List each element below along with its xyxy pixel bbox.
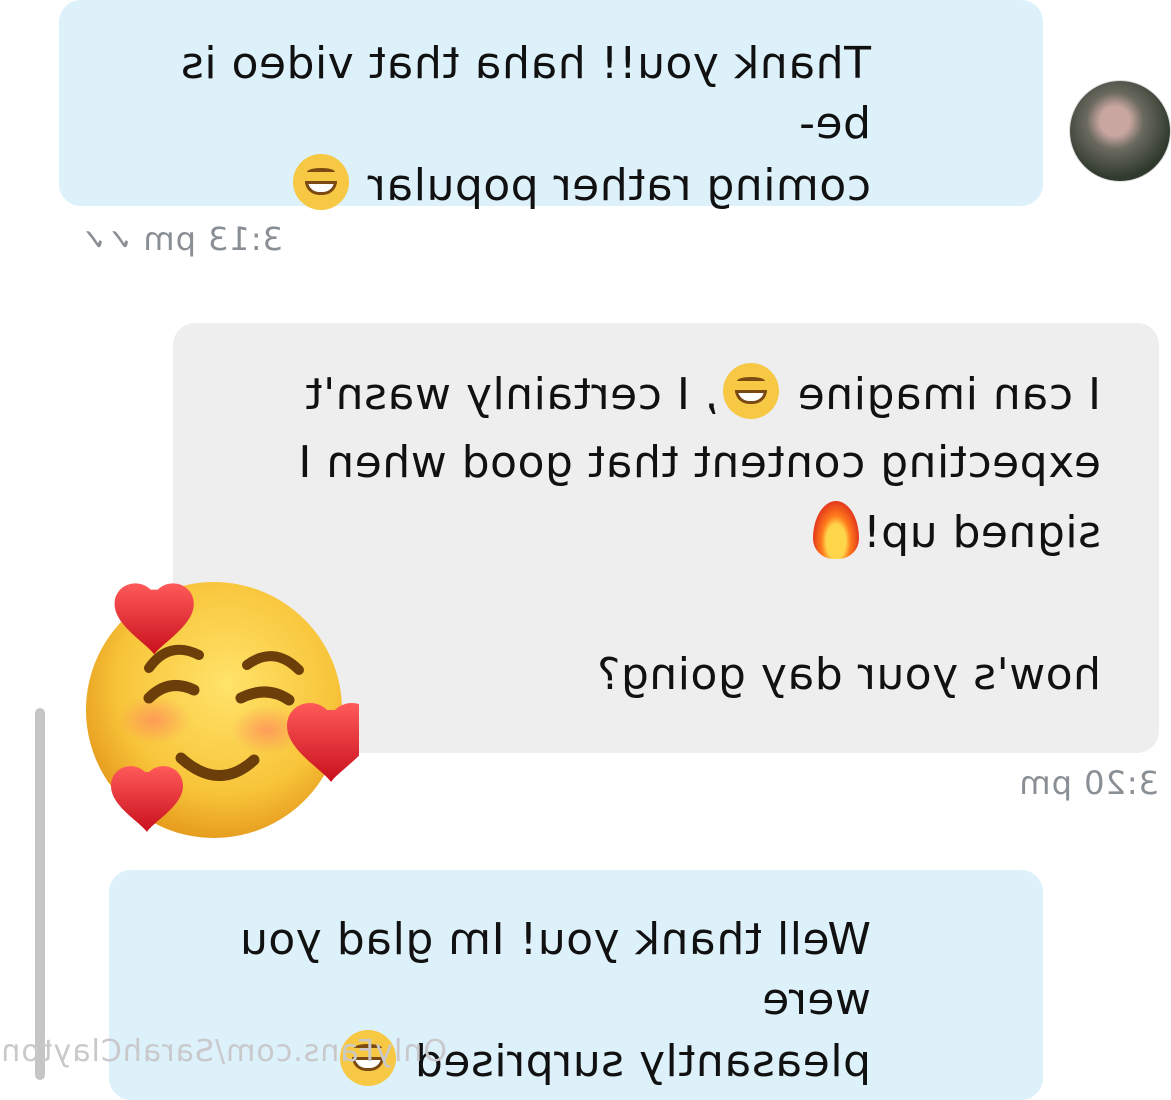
mirrored-chat-view: Thank you!! haha that video is be- comin…: [0, 0, 1171, 1100]
message-text-line-3: signed up!: [213, 501, 1101, 563]
message-text-line-2: expecting content that good when I: [297, 437, 1101, 488]
watermark-text: OnlyFans.com/SarahClayton: [0, 1034, 447, 1069]
fire-icon: [812, 501, 859, 559]
sender-avatar[interactable]: [1069, 80, 1171, 182]
message-timestamp: 3:20 pm: [1018, 764, 1159, 802]
tears-of-joy-icon: [722, 363, 779, 419]
read-ticks-icon: ✓✓: [80, 223, 133, 258]
grinning-face-icon: [292, 154, 349, 210]
message-bubble-1[interactable]: Thank you!! haha that video is be- comin…: [59, 0, 1043, 211]
message-text-line-1: I can imagine , I certainly wasn't: [213, 363, 1101, 425]
message-text: Thank you!! haha that video is be- comin…: [180, 38, 871, 211]
scrollbar[interactable]: [35, 708, 45, 1080]
message-timestamp: 3:13 pm✓✓: [80, 220, 283, 258]
smiling-face-with-hearts-icon: [86, 582, 359, 838]
